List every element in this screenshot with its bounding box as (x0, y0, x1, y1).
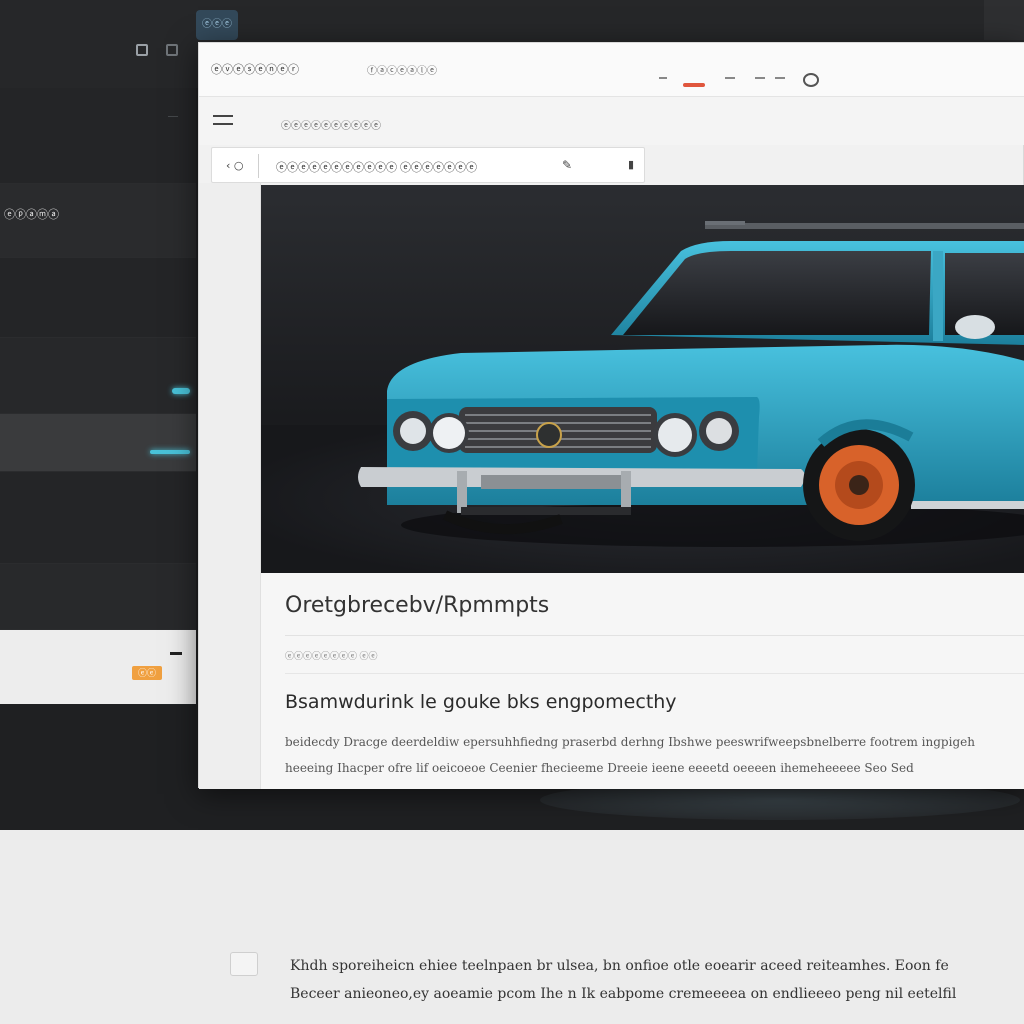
divider (285, 673, 1024, 674)
topbar-corner (984, 0, 1024, 40)
sidebar-row[interactable] (0, 258, 196, 338)
sidebar-row[interactable] (0, 338, 196, 414)
square-icon[interactable] (136, 44, 148, 56)
tile-icon[interactable] (725, 77, 735, 79)
layout-icon[interactable] (775, 77, 785, 79)
article: Oretgbrecebv/Rpmmpts ⓔⓔⓔⓔⓔⓔⓔⓔ ⓔⓔ Bsamwdu… (261, 573, 1024, 789)
record-indicator[interactable] (683, 83, 705, 87)
paragraph-line: beidecdy Dracge deerdeldiw epersuhhfiedn… (285, 735, 975, 749)
window-subtitle[interactable]: ⓕⓐⓒⓔⓐⓛⓔ (367, 62, 437, 77)
paragraph-line: heeeing Ihacper ofre lif oeicoeoe Ceenie… (285, 761, 914, 775)
account-icon[interactable] (803, 73, 819, 87)
status-badge: ⓔⓔ (132, 666, 162, 680)
back-icon[interactable]: ‹ ○ (226, 159, 244, 172)
checkbox[interactable] (230, 952, 258, 976)
sidebar-row-selected[interactable] (0, 414, 196, 472)
hero-image (261, 185, 1024, 573)
expand-icon[interactable] (755, 77, 765, 79)
star-icon[interactable]: ✎ (562, 158, 572, 172)
left-gutter (199, 183, 261, 789)
breadcrumb[interactable]: ⓔⓔⓔⓔⓔⓔⓔⓔⓔⓔ (281, 117, 381, 132)
car-illustration (261, 221, 1024, 573)
bottom-panel: Khdh sporeiheicn ehiee teelnpaen br ulse… (0, 830, 1024, 1024)
sidebar-card[interactable]: ⓔⓔ (0, 630, 196, 704)
divider (285, 635, 1024, 636)
article-subheading: Bsamwdurink le gouke bks engpomecthy (285, 691, 677, 713)
window-icon[interactable] (166, 44, 178, 56)
article-meta: ⓔⓔⓔⓔⓔⓔⓔⓔ ⓔⓔ (285, 651, 378, 661)
menu-icon[interactable] (213, 115, 233, 125)
titlebar: ⓔⓥⓔⓢⓔⓝⓔⓡ ⓕⓐⓒⓔⓐⓛⓔ (199, 43, 1024, 97)
topbar-chip[interactable]: ⓔⓔⓔ (196, 10, 238, 40)
lock-icon[interactable]: ▮ (628, 158, 634, 171)
divider (258, 154, 259, 178)
article-heading: Oretgbrecebv/Rpmmpts (285, 593, 550, 618)
accent-indicator (150, 450, 190, 454)
bottom-text-line: Khdh sporeiheicn ehiee teelnpaen br ulse… (290, 958, 949, 974)
browser-window: ⓔⓥⓔⓢⓔⓝⓔⓡ ⓕⓐⓒⓔⓐⓛⓔ ⓔⓔⓔⓔⓔⓔⓔⓔⓔⓔ ‹ ○ ⓔⓔⓔⓔⓔⓔⓔⓔ… (198, 42, 1024, 789)
minus-icon[interactable] (170, 652, 182, 655)
sidebar-row[interactable] (0, 472, 196, 564)
sidebar-row[interactable] (0, 564, 196, 630)
bottom-text-line: Beceer anieoneo,ey aoeamie pcom Ihe n Ik… (290, 986, 957, 1002)
accent-indicator (172, 388, 190, 394)
sidebar-item-label: ⓔⓟⓐⓜⓐ (4, 208, 59, 221)
sidebar-row[interactable] (0, 88, 196, 184)
minimize-icon[interactable] (659, 77, 667, 79)
url-text[interactable]: ⓔⓔⓔⓔⓔⓔⓔⓔⓔⓔⓔ ⓔⓔⓔⓔⓔⓔⓔ (276, 159, 477, 175)
sidebar-item-active[interactable]: ⓔⓟⓐⓜⓐ (0, 184, 196, 258)
row-divider (168, 116, 178, 117)
window-title[interactable]: ⓔⓥⓔⓢⓔⓝⓔⓡ (211, 61, 299, 77)
address-bar[interactable]: ‹ ○ ⓔⓔⓔⓔⓔⓔⓔⓔⓔⓔⓔ ⓔⓔⓔⓔⓔⓔⓔ ✎ ▮ (211, 147, 645, 183)
toolbar: ⓔⓔⓔⓔⓔⓔⓔⓔⓔⓔ (199, 97, 1024, 145)
